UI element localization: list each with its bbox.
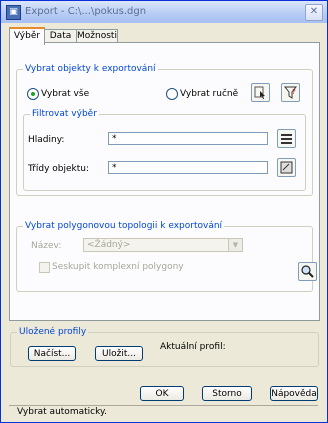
topology-name-value: <Žádný>	[87, 240, 131, 250]
query-filter-icon[interactable]: ?	[281, 83, 300, 102]
layers-field[interactable]: *	[108, 132, 268, 145]
topology-name-label: Název:	[31, 241, 62, 251]
layers-browse-icon[interactable]	[277, 129, 296, 148]
select-manual-radio[interactable]	[166, 88, 178, 100]
ok-button[interactable]: OK	[140, 386, 184, 401]
select-manual-label: Vybrat ručně	[180, 89, 239, 99]
profiles-title: Uložené profily	[17, 327, 89, 337]
save-profile-button[interactable]: Uložit...	[95, 346, 143, 361]
classes-field[interactable]: *	[108, 161, 268, 174]
cancel-button[interactable]: Storno	[202, 386, 252, 401]
svg-text:?: ?	[292, 88, 296, 96]
app-icon: ▣	[6, 5, 21, 20]
filter-title: Filtrovat výběr	[30, 109, 99, 119]
layers-label: Hladiny:	[28, 135, 65, 145]
tab-moznosti[interactable]: Možnosti	[76, 29, 118, 43]
classes-label: Třídy objektu:	[28, 164, 90, 174]
topology-title: Vybrat polygonovou topologii k exportová…	[23, 221, 225, 231]
close-icon[interactable]: ✕	[305, 4, 323, 21]
tab-data[interactable]: Data	[44, 29, 77, 43]
topology-group: Vybrat polygonovou topologii k exportová…	[16, 221, 317, 292]
load-profile-button[interactable]: Načíst...	[28, 346, 76, 361]
export-dialog: ▣ Export - C:\...\pokus.dgn ✕ Výběr Data…	[0, 0, 328, 423]
topology-name-select[interactable]: <Žádný> ▼	[83, 238, 243, 252]
select-pointer-icon[interactable]	[251, 83, 270, 102]
current-profile-label: Aktuální profil:	[160, 342, 226, 352]
help-button[interactable]: Nápověda	[270, 386, 318, 401]
select-all-label: Vybrat vše	[41, 89, 90, 99]
tab-panel: Vybrat objekty k exportování Vybrat vše …	[9, 42, 320, 321]
profiles-group: Uložené profily Načíst... Uložit... Aktu…	[10, 327, 319, 367]
title-bar: ▣ Export - C:\...\pokus.dgn ✕	[1, 1, 327, 23]
magnifier-icon[interactable]	[298, 262, 317, 281]
window-title: Export - C:\...\pokus.dgn	[25, 6, 147, 17]
status-bar: Vybrat automaticky.	[9, 405, 318, 418]
chevron-down-icon: ▼	[228, 239, 242, 251]
select-objects-title: Vybrat objekty k exportování	[23, 64, 158, 74]
group-polygons-checkbox[interactable]	[39, 262, 50, 273]
select-objects-group: Vybrat objekty k exportování Vybrat vše …	[16, 64, 313, 196]
classes-browse-icon[interactable]	[277, 158, 296, 177]
select-all-radio[interactable]	[27, 88, 39, 100]
group-polygons-label: Seskupit komplexní polygony	[52, 262, 184, 272]
filter-group: Filtrovat výběr Hladiny: * Třídy objektu…	[23, 109, 306, 191]
tab-vyber[interactable]: Výběr	[9, 27, 45, 45]
